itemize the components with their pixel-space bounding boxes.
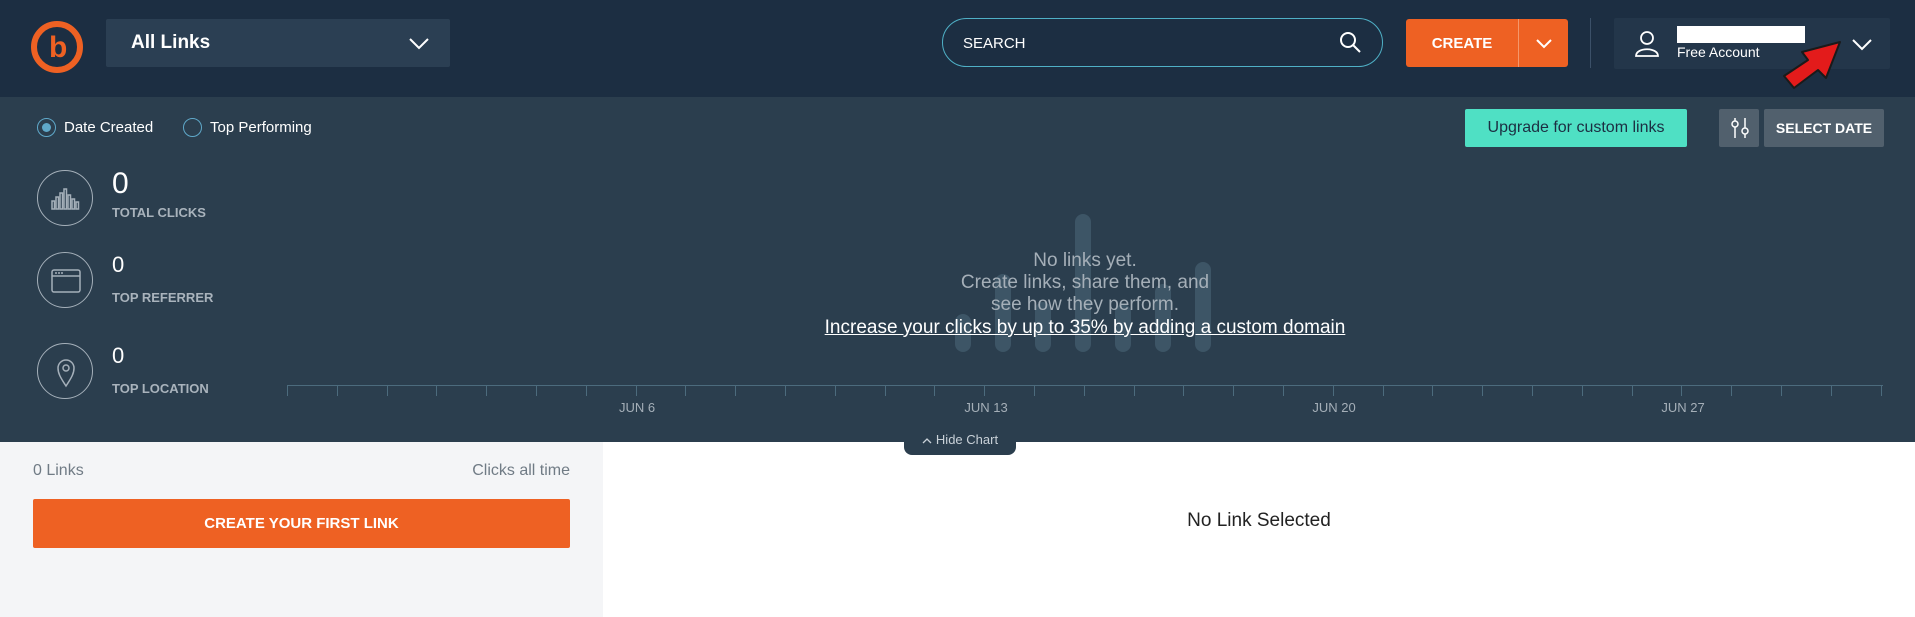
select-date-button[interactable]: SELECT DATE bbox=[1764, 109, 1884, 147]
account-menu[interactable]: Free Account bbox=[1614, 18, 1890, 69]
x-axis-tick bbox=[1332, 385, 1334, 396]
x-tick-label: JUN 6 bbox=[618, 400, 656, 415]
empty-line-1: No links yet. bbox=[1033, 250, 1137, 271]
search-icon[interactable] bbox=[1338, 30, 1362, 54]
header-divider bbox=[1590, 18, 1591, 68]
user-icon bbox=[1635, 31, 1659, 57]
radio-circle[interactable] bbox=[183, 118, 202, 137]
x-axis-tick bbox=[1083, 385, 1085, 396]
search-input[interactable] bbox=[963, 31, 1323, 55]
x-axis-tick bbox=[1781, 385, 1782, 396]
empty-line-3: see how they perform. bbox=[991, 294, 1179, 315]
filter-settings-button[interactable] bbox=[1719, 109, 1759, 147]
links-view-label: All Links bbox=[131, 32, 211, 53]
sort-label[interactable]: Clicks all time bbox=[472, 462, 570, 480]
empty-chart-message: No links yet. Create links, share them, … bbox=[880, 250, 1290, 316]
x-axis-tick bbox=[834, 385, 836, 396]
x-axis-tick bbox=[1880, 385, 1882, 396]
search-box[interactable] bbox=[942, 18, 1383, 67]
x-axis-tick bbox=[486, 385, 488, 396]
radio-date-created[interactable]: Date Created bbox=[37, 118, 153, 137]
x-axis-tick bbox=[1183, 385, 1185, 396]
chevron-up-icon bbox=[922, 437, 932, 444]
x-axis-tick bbox=[635, 385, 637, 396]
x-axis-tick bbox=[785, 385, 786, 396]
radio-top-performing-label: Top Performing bbox=[210, 119, 312, 136]
links-count: 0 Links bbox=[33, 462, 84, 479]
custom-domain-link[interactable]: Increase your clicks by up to 35% by add… bbox=[780, 317, 1390, 339]
empty-line-2: Create links, share them, and bbox=[960, 272, 1210, 293]
radio-date-created-label: Date Created bbox=[64, 119, 154, 136]
x-axis-tick bbox=[1432, 385, 1434, 396]
red-arrow-annotation-icon bbox=[1783, 41, 1841, 89]
x-axis-tick bbox=[685, 385, 687, 396]
logo-letter: b bbox=[49, 31, 68, 64]
stat-top-referrer: 0 TOP REFERRER bbox=[37, 252, 213, 308]
top-referrer-value: 0 bbox=[112, 252, 125, 277]
map-pin-icon bbox=[37, 343, 93, 399]
x-axis-tick bbox=[336, 385, 338, 396]
x-axis-tick bbox=[934, 385, 936, 396]
hide-chart-label: Hide Chart bbox=[935, 432, 999, 447]
chevron-down-icon bbox=[1536, 39, 1552, 49]
radio-circle-selected[interactable] bbox=[37, 118, 56, 137]
radio-top-performing[interactable]: Top Performing bbox=[183, 118, 312, 137]
total-clicks-value: 0 bbox=[112, 167, 129, 200]
x-axis-tick bbox=[436, 385, 438, 396]
top-header: b All Links CREATE Free Account bbox=[0, 0, 1915, 97]
create-options-toggle[interactable] bbox=[1518, 19, 1568, 67]
link-detail-panel: No Link Selected bbox=[603, 442, 1915, 617]
x-axis-tick bbox=[536, 385, 537, 396]
bar-chart-icon bbox=[37, 170, 93, 226]
no-link-selected-message: No Link Selected bbox=[1187, 510, 1331, 531]
hide-chart-toggle[interactable]: Hide Chart bbox=[904, 429, 1016, 455]
browser-window-icon bbox=[37, 252, 93, 308]
x-axis-tick bbox=[1382, 385, 1384, 396]
links-list-panel: 0 Links Clicks all time CREATE YOUR FIRS… bbox=[0, 442, 603, 617]
x-axis-tick bbox=[884, 385, 886, 396]
x-axis-tick bbox=[984, 385, 986, 396]
stat-total-clicks: 0 TOTAL CLICKS bbox=[37, 167, 206, 226]
upgrade-button[interactable]: Upgrade for custom links bbox=[1465, 109, 1687, 147]
x-axis-tick bbox=[585, 385, 587, 396]
x-tick-label: JUN 27 bbox=[1661, 400, 1705, 415]
x-axis-tick bbox=[386, 385, 388, 396]
total-clicks-label: TOTAL CLICKS bbox=[112, 205, 206, 220]
chevron-down-icon[interactable] bbox=[1851, 35, 1873, 53]
chart-x-axis bbox=[287, 385, 1883, 386]
x-axis-tick bbox=[1581, 385, 1583, 396]
create-first-link-button[interactable]: CREATE YOUR FIRST LINK bbox=[33, 499, 570, 548]
x-axis-tick bbox=[1034, 385, 1035, 396]
top-location-label: TOP LOCATION bbox=[112, 381, 209, 396]
sliders-icon bbox=[1731, 118, 1749, 138]
x-axis-tick bbox=[1830, 385, 1832, 396]
x-tick-label: JUN 13 bbox=[964, 400, 1008, 415]
x-axis-tick bbox=[1532, 385, 1533, 396]
analytics-panel: Date Created Top Performing Upgrade for … bbox=[0, 97, 1915, 455]
x-axis-tick bbox=[1133, 385, 1135, 396]
x-axis-tick bbox=[735, 385, 737, 396]
top-location-value: 0 bbox=[112, 343, 125, 368]
stat-top-location: 0 TOP LOCATION bbox=[37, 343, 209, 399]
x-axis-tick bbox=[1233, 385, 1235, 396]
create-button[interactable]: CREATE bbox=[1406, 19, 1518, 67]
x-axis-tick bbox=[1482, 385, 1484, 396]
account-plan: Free Account bbox=[1677, 44, 1760, 60]
bitly-logo-icon[interactable]: b bbox=[31, 21, 83, 73]
x-axis-tick bbox=[1681, 385, 1683, 396]
top-referrer-label: TOP REFERRER bbox=[112, 290, 214, 305]
x-axis-tick bbox=[1631, 385, 1633, 396]
x-axis-tick bbox=[1731, 385, 1733, 396]
links-view-dropdown[interactable]: All Links bbox=[106, 19, 450, 67]
x-axis-tick bbox=[1283, 385, 1284, 396]
x-axis-tick bbox=[287, 385, 288, 396]
chevron-down-icon bbox=[409, 38, 429, 50]
x-tick-label: JUN 20 bbox=[1312, 400, 1356, 415]
